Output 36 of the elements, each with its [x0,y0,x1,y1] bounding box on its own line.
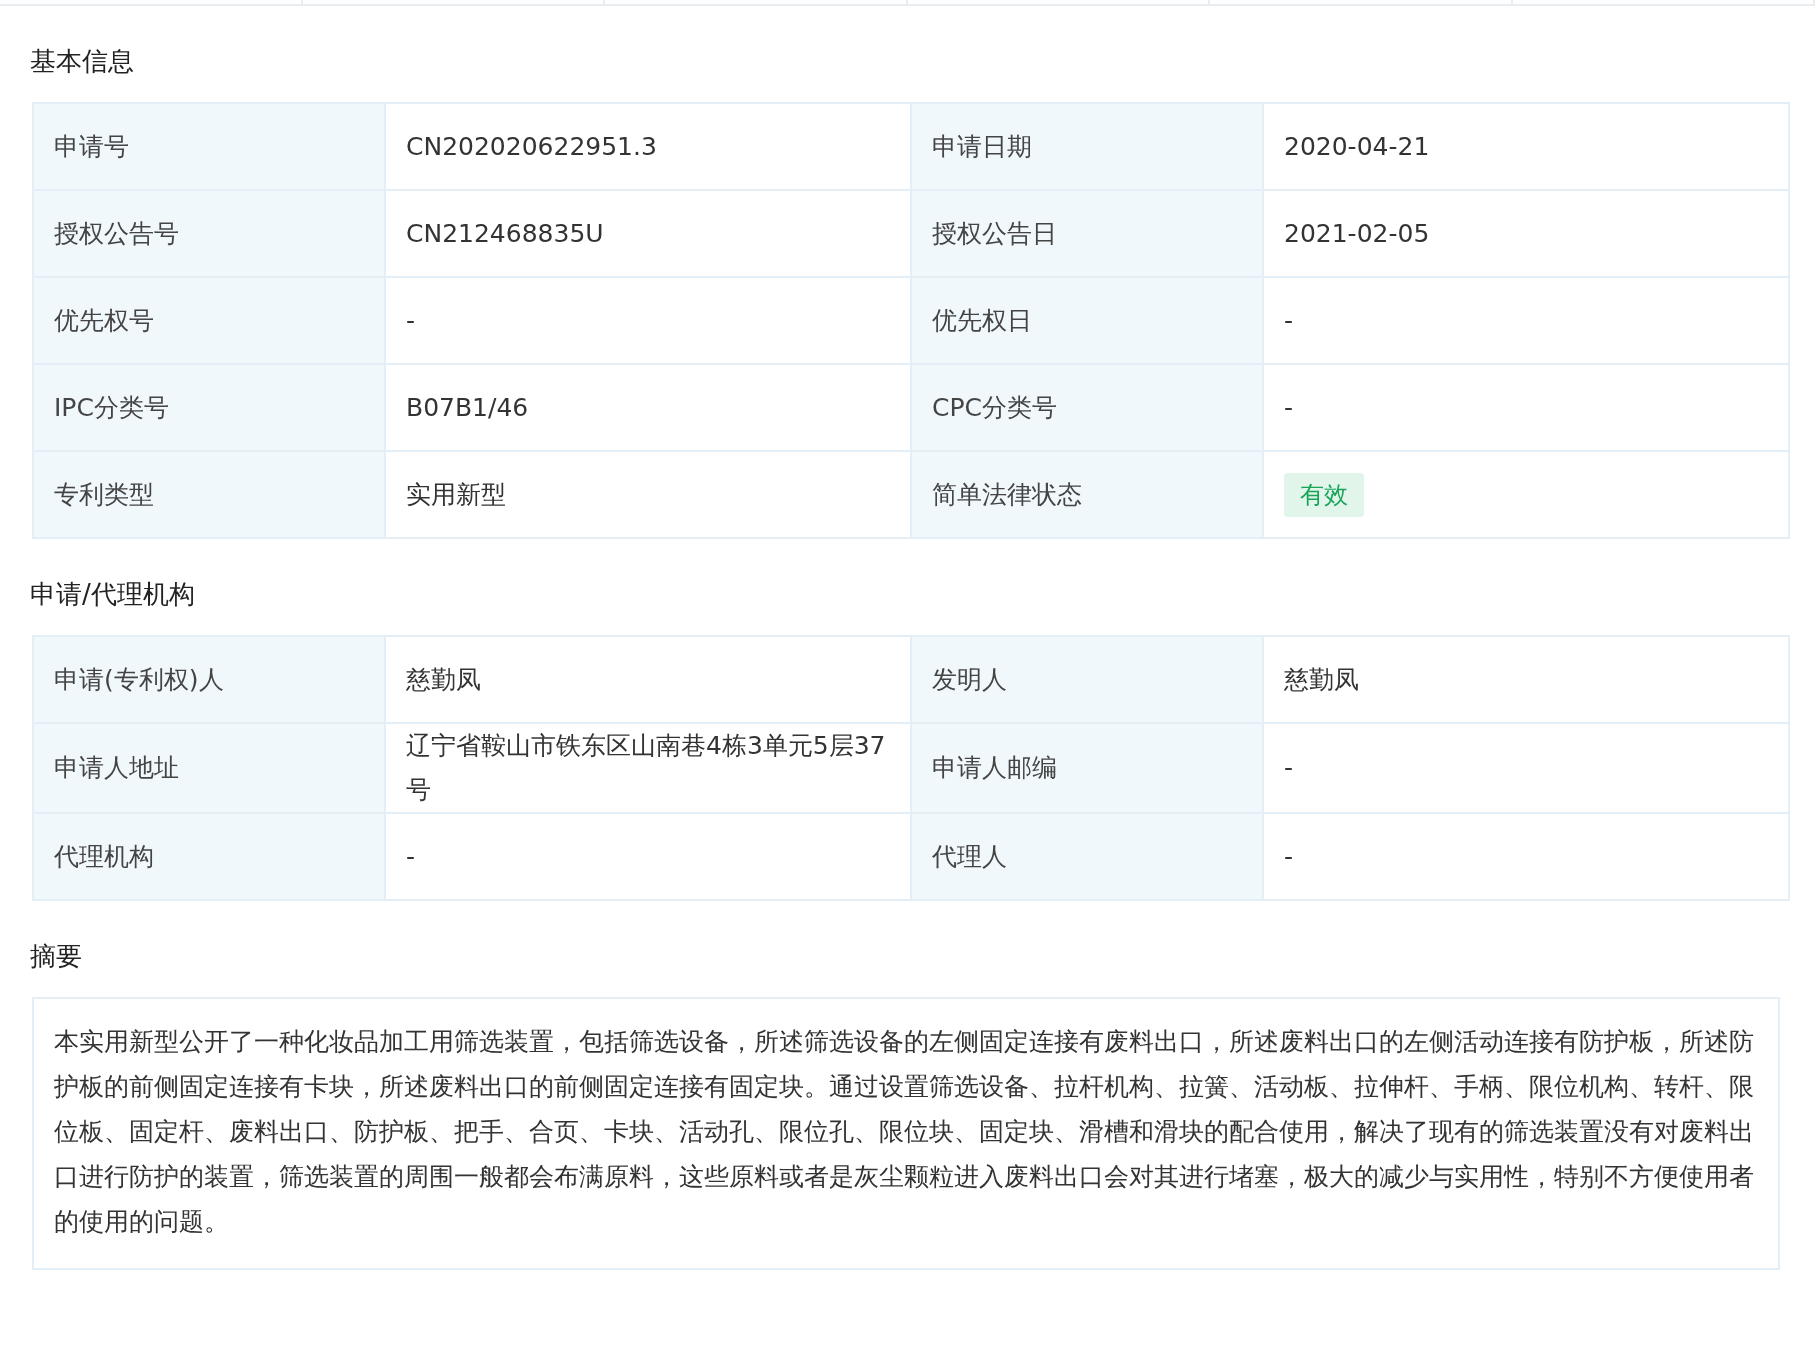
field-value: 2021-02-05 [1263,190,1789,277]
field-label: 简单法律状态 [911,451,1263,538]
section-title: 摘要 [30,941,82,971]
section-title: 基本信息 [30,46,134,76]
abstract-text: 本实用新型公开了一种化妆品加工用筛选装置，包括筛选设备，所述筛选设备的左侧固定连接有废料出口，所述废料出口的左侧活动连接有防护板，所述防护板的前侧固定连接有卡块，所述废料出口的前侧固定连接有固定块。通过设置筛选设备、拉杆机构、拉簧、活动板、拉伸杆、手柄、限位机构、转杆、限位板、固定杆、废料出口、防护板、把手、合页、卡块、活动孔、限位孔、限位块、固定块、滑槽和滑块的配合使用，解决了现有的筛选装置没有对废料出口进行防护的装置，筛选装置的周围一般都会布满原料，这些原料或者是灰尘颗粒进入废料出口会对其进行堵塞，极大的减少与实用性，特别不方便使用者的使用的问题。 [54,1027,1754,1236]
field-label: 优先权号 [33,277,385,364]
section-title: 申请/代理机构 [30,579,195,609]
field-label: CPC分类号 [911,364,1263,451]
field-label: 申请(专利权)人 [33,636,385,723]
field-value: 慈勤凤 [385,636,911,723]
field-value: - [1263,813,1789,900]
field-value: 慈勤凤 [1263,636,1789,723]
field-value: - [1263,277,1789,364]
field-value: - [385,277,911,364]
field-value: CN212468835U [385,190,911,277]
field-label: 优先权日 [911,277,1263,364]
field-label: 申请日期 [911,103,1263,190]
field-label: 授权公告号 [33,190,385,277]
field-value: 实用新型 [385,451,911,538]
field-value: CN202020622951.3 [385,103,911,190]
field-label: 发明人 [911,636,1263,723]
field-value: B07B1/46 [385,364,911,451]
field-value: - [385,813,911,900]
field-label: IPC分类号 [33,364,385,451]
field-label: 代理人 [911,813,1263,900]
status-tag: 有效 [1284,472,1364,517]
field-value: 辽宁省鞍山市铁东区山南巷4栋3单元5层37号 [385,723,911,813]
field-label: 授权公告日 [911,190,1263,277]
field-label: 申请人地址 [33,723,385,813]
field-label: 代理机构 [33,813,385,900]
field-value: 2020-04-21 [1263,103,1789,190]
field-value: - [1263,723,1789,813]
field-value: - [1263,364,1789,451]
field-label: 申请号 [33,103,385,190]
field-label: 专利类型 [33,451,385,538]
field-label: 申请人邮编 [911,723,1263,813]
